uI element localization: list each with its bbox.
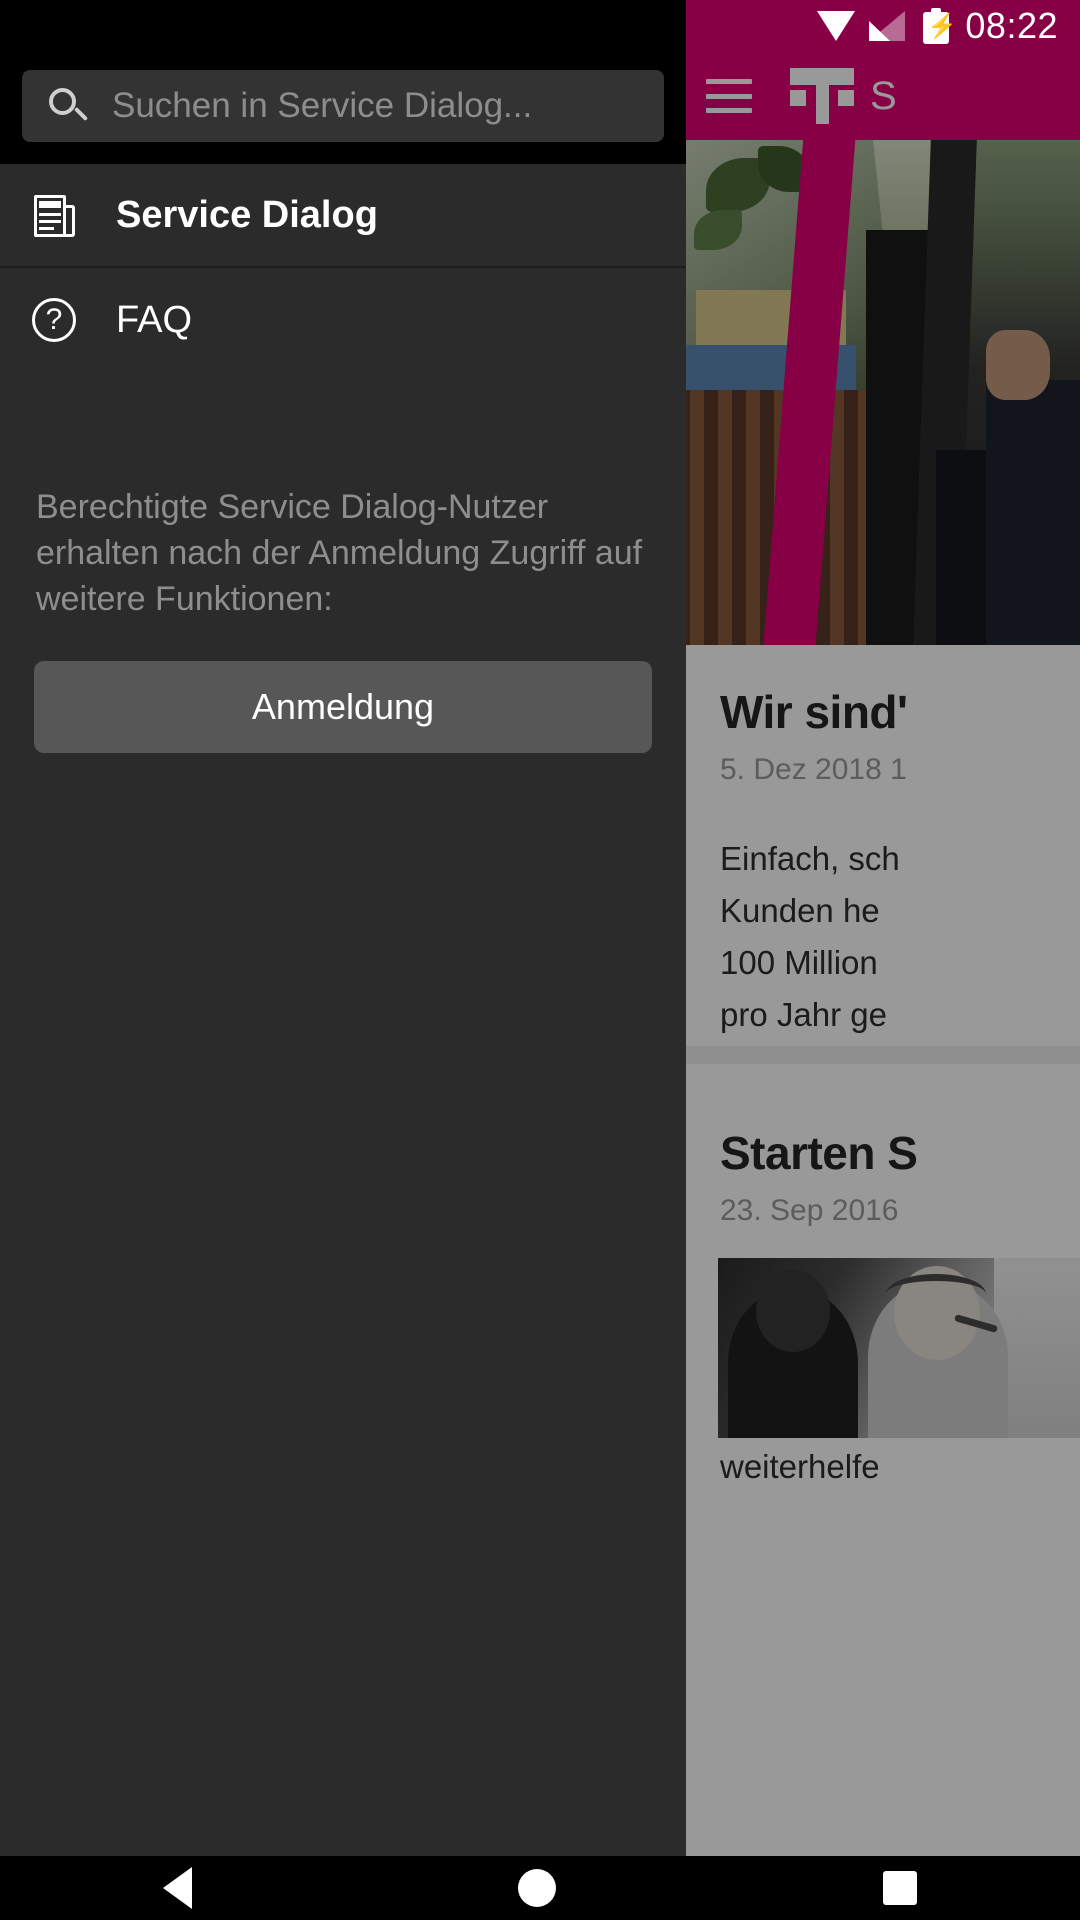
sidebar-item-service-dialog[interactable]: Service Dialog [0,164,686,268]
wifi-icon [817,11,856,41]
search-icon [48,87,89,125]
home-button[interactable] [518,1869,557,1907]
android-navigation-bar [0,1856,1080,1920]
recents-button[interactable] [882,1871,917,1905]
newspaper-icon [30,191,78,239]
status-bar: ⚡ 08:22 [660,0,1080,52]
search-input[interactable]: Suchen in Service Dialog... [22,70,664,142]
login-button[interactable]: Anmeldung [34,660,652,753]
phone-screen: S Wir sind' 5. Dez 2018 1 Einfach, sch K… [0,0,1080,1920]
back-button[interactable] [163,1867,193,1909]
drawer-search-area: Suchen in Service Dialog... [0,52,686,164]
sidebar-item-faq[interactable]: ? FAQ [0,268,686,372]
sidebar-item-label: FAQ [116,298,193,341]
cellular-signal-icon [869,11,906,41]
status-bar-clock: 08:22 [965,5,1058,46]
drawer-status-bar-spacer [0,0,686,52]
navigation-drawer: Suchen in Service Dialog... Service Dial… [0,0,686,1856]
battery-charging-icon: ⚡ [923,8,957,44]
question-circle-icon: ? [30,296,78,344]
sidebar-item-label: Service Dialog [116,193,378,236]
search-placeholder-text: Suchen in Service Dialog... [112,86,533,125]
drawer-info-text: Berechtigte Service Dialog-Nutzer erhalt… [36,488,643,619]
